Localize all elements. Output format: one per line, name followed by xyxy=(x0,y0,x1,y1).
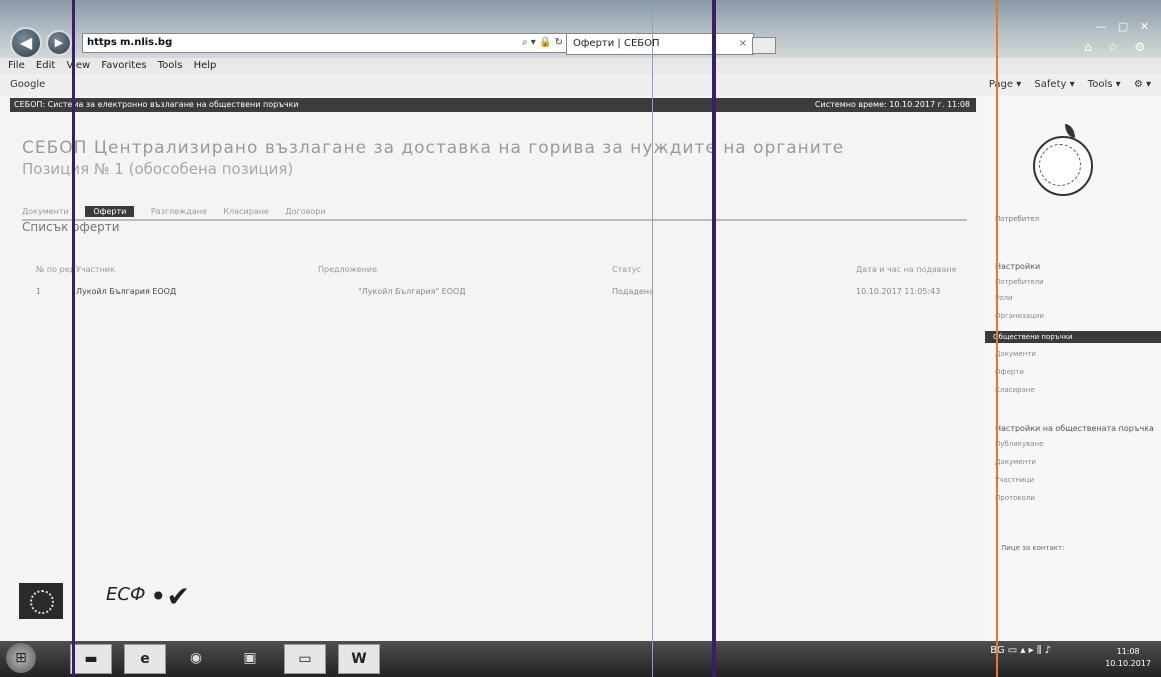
col-participant: Участник xyxy=(76,265,115,274)
sidebar-item[interactable]: Документи xyxy=(995,350,1036,358)
clock-time: 11:08 xyxy=(1116,647,1140,656)
favorite-google[interactable]: Google xyxy=(10,74,45,96)
checkmark-logo-icon: •✔ xyxy=(150,580,190,613)
col-num: № по ред xyxy=(36,265,76,274)
sidebar-item[interactable]: Протоколи xyxy=(995,494,1035,502)
browser-titlebar: ◀ ▶ https m.nlis.bg ⌕ ▾ 🔒 ↻ Оферти | СЕБ… xyxy=(0,0,1161,59)
browser-tab[interactable]: Оферти | СЕБОП × xyxy=(566,33,754,55)
tab-ranking[interactable]: Класиране xyxy=(223,207,268,216)
close-tab-icon[interactable]: × xyxy=(739,34,747,54)
scan-line xyxy=(72,0,75,677)
new-tab-button[interactable] xyxy=(752,37,776,54)
window-controls[interactable]: — ▢ ✕ xyxy=(1095,20,1153,33)
menu-favorites[interactable]: Favorites xyxy=(101,60,146,71)
folder-taskbar-icon[interactable]: ▭ xyxy=(284,644,326,674)
command-bar: Page ▾ Safety ▾ Tools ▾ ⚙ ▾ xyxy=(979,74,1151,96)
page-title: СЕБОП Централизирано възлагане за достав… xyxy=(22,138,845,158)
help-menu[interactable]: ⚙ ▾ xyxy=(1134,79,1151,90)
contact-box: Лице за контакт: xyxy=(1001,544,1064,553)
row-num: 1 xyxy=(36,287,42,296)
tray-icons[interactable]: BG ▭ ▴ ▸ ⫼ ♪ xyxy=(990,645,1051,656)
sidebar-item[interactable]: Потребители xyxy=(995,278,1044,286)
menu-help[interactable]: Help xyxy=(194,60,217,71)
clock-date: 10.10.2017 xyxy=(1105,659,1151,668)
back-button[interactable]: ◀ xyxy=(10,27,42,59)
tab-offers[interactable]: Оферти xyxy=(85,206,135,217)
page-subtitle: Позиция № 1 (обособена позиция) xyxy=(22,160,294,178)
sidebar-item[interactable]: Класиране xyxy=(995,386,1035,394)
app-taskbar-icon[interactable]: ▣ xyxy=(230,644,270,672)
forward-button[interactable]: ▶ xyxy=(46,30,72,56)
tab-documents[interactable]: Документи xyxy=(22,207,69,216)
sidebar-item[interactable]: Организации xyxy=(995,312,1044,320)
sidebar-item[interactable]: Публикуване xyxy=(995,440,1043,448)
tab-title: Оферти | СЕБОП xyxy=(573,38,660,49)
sidebar-heading-settings: Настройки xyxy=(995,262,1041,271)
address-bar-icons: ⌕ ▾ 🔒 ↻ xyxy=(522,37,563,48)
row-offer: "Лукойл България" ЕООД xyxy=(358,287,466,296)
scan-line xyxy=(996,0,998,677)
step-tabs: Документи Оферти Разглеждане Класиране Д… xyxy=(22,205,967,221)
page-menu[interactable]: Page ▾ xyxy=(989,79,1021,90)
tab-contracts[interactable]: Договори xyxy=(285,207,325,216)
sidebar-item[interactable]: Документи xyxy=(995,458,1036,466)
col-status: Статус xyxy=(612,265,641,274)
ie-taskbar-icon[interactable]: e xyxy=(124,644,166,674)
start-button[interactable]: ⊞ xyxy=(6,643,36,673)
url-domain: m.nlis.bg xyxy=(119,37,173,48)
menu-edit[interactable]: Edit xyxy=(36,60,55,71)
sidebar-item[interactable]: Оферти xyxy=(995,368,1024,376)
row-status: Подадена xyxy=(612,287,654,296)
menu-file[interactable]: File xyxy=(8,60,25,71)
menu-bar: File Edit View Favorites Tools Help xyxy=(0,58,1161,74)
section-heading: Списък оферти xyxy=(22,220,120,234)
url-scheme: https xyxy=(87,37,117,48)
row-participant[interactable]: Лукойл България ЕООД xyxy=(76,287,176,296)
tab-review[interactable]: Разглеждане xyxy=(151,207,207,216)
favorites-bar: Google Page ▾ Safety ▾ Tools ▾ ⚙ ▾ xyxy=(0,74,1161,96)
site-name: СЕБОП: Система за електронно възлагане н… xyxy=(14,100,299,109)
logo-leaf-icon xyxy=(1065,124,1075,138)
scan-line xyxy=(712,0,716,677)
scan-line xyxy=(652,0,653,677)
col-date: Дата и час на подаване xyxy=(856,265,957,274)
logo-ring xyxy=(1039,144,1081,186)
sebop-logo xyxy=(1033,124,1093,196)
site-header-bar: СЕБОП: Система за електронно възлагане н… xyxy=(10,98,976,112)
browser-tool-icons[interactable]: ⌂ ☆ ⚙ xyxy=(1084,40,1151,54)
sidebar-item-active[interactable]: Обществени поръчки xyxy=(985,331,1161,343)
esf-logo: ЕСФ xyxy=(106,584,146,605)
safety-menu[interactable]: Safety ▾ xyxy=(1034,79,1074,90)
menu-tools[interactable]: Tools xyxy=(158,60,183,71)
tools-menu[interactable]: Tools ▾ xyxy=(1088,79,1121,90)
sidebar: Потребител Настройки Потребители Роли Ор… xyxy=(985,96,1161,641)
row-date: 10.10.2017 11:05:43 xyxy=(856,287,941,296)
sidebar-item[interactable]: Участници xyxy=(995,476,1034,484)
system-clock[interactable]: 11:08 10.10.2017 xyxy=(1105,646,1151,670)
system-time: Системно време: 10.10.2017 г. 11:08 xyxy=(814,100,970,109)
col-offer: Предложение xyxy=(318,265,378,274)
windows-taskbar: ⊞ ▬ e ◉ ▣ ▭ W BG ▭ ▴ ▸ ⫼ ♪ 11:08 10.10.2… xyxy=(0,641,1161,677)
explorer-taskbar-icon[interactable]: ▬ xyxy=(70,644,112,674)
chrome-taskbar-icon[interactable]: ◉ xyxy=(176,644,216,672)
menu-view[interactable]: View xyxy=(66,60,90,71)
eu-flag-icon xyxy=(19,583,63,619)
eu-stars-icon xyxy=(30,590,54,614)
address-bar[interactable]: https m.nlis.bg ⌕ ▾ 🔒 ↻ xyxy=(82,33,568,53)
contact-title: Лице за контакт: xyxy=(1001,544,1065,552)
sidebar-heading-procurement: Настройки на обществената поръчка xyxy=(995,424,1154,433)
sidebar-user: Потребител xyxy=(995,215,1040,223)
word-taskbar-icon[interactable]: W xyxy=(338,644,380,674)
